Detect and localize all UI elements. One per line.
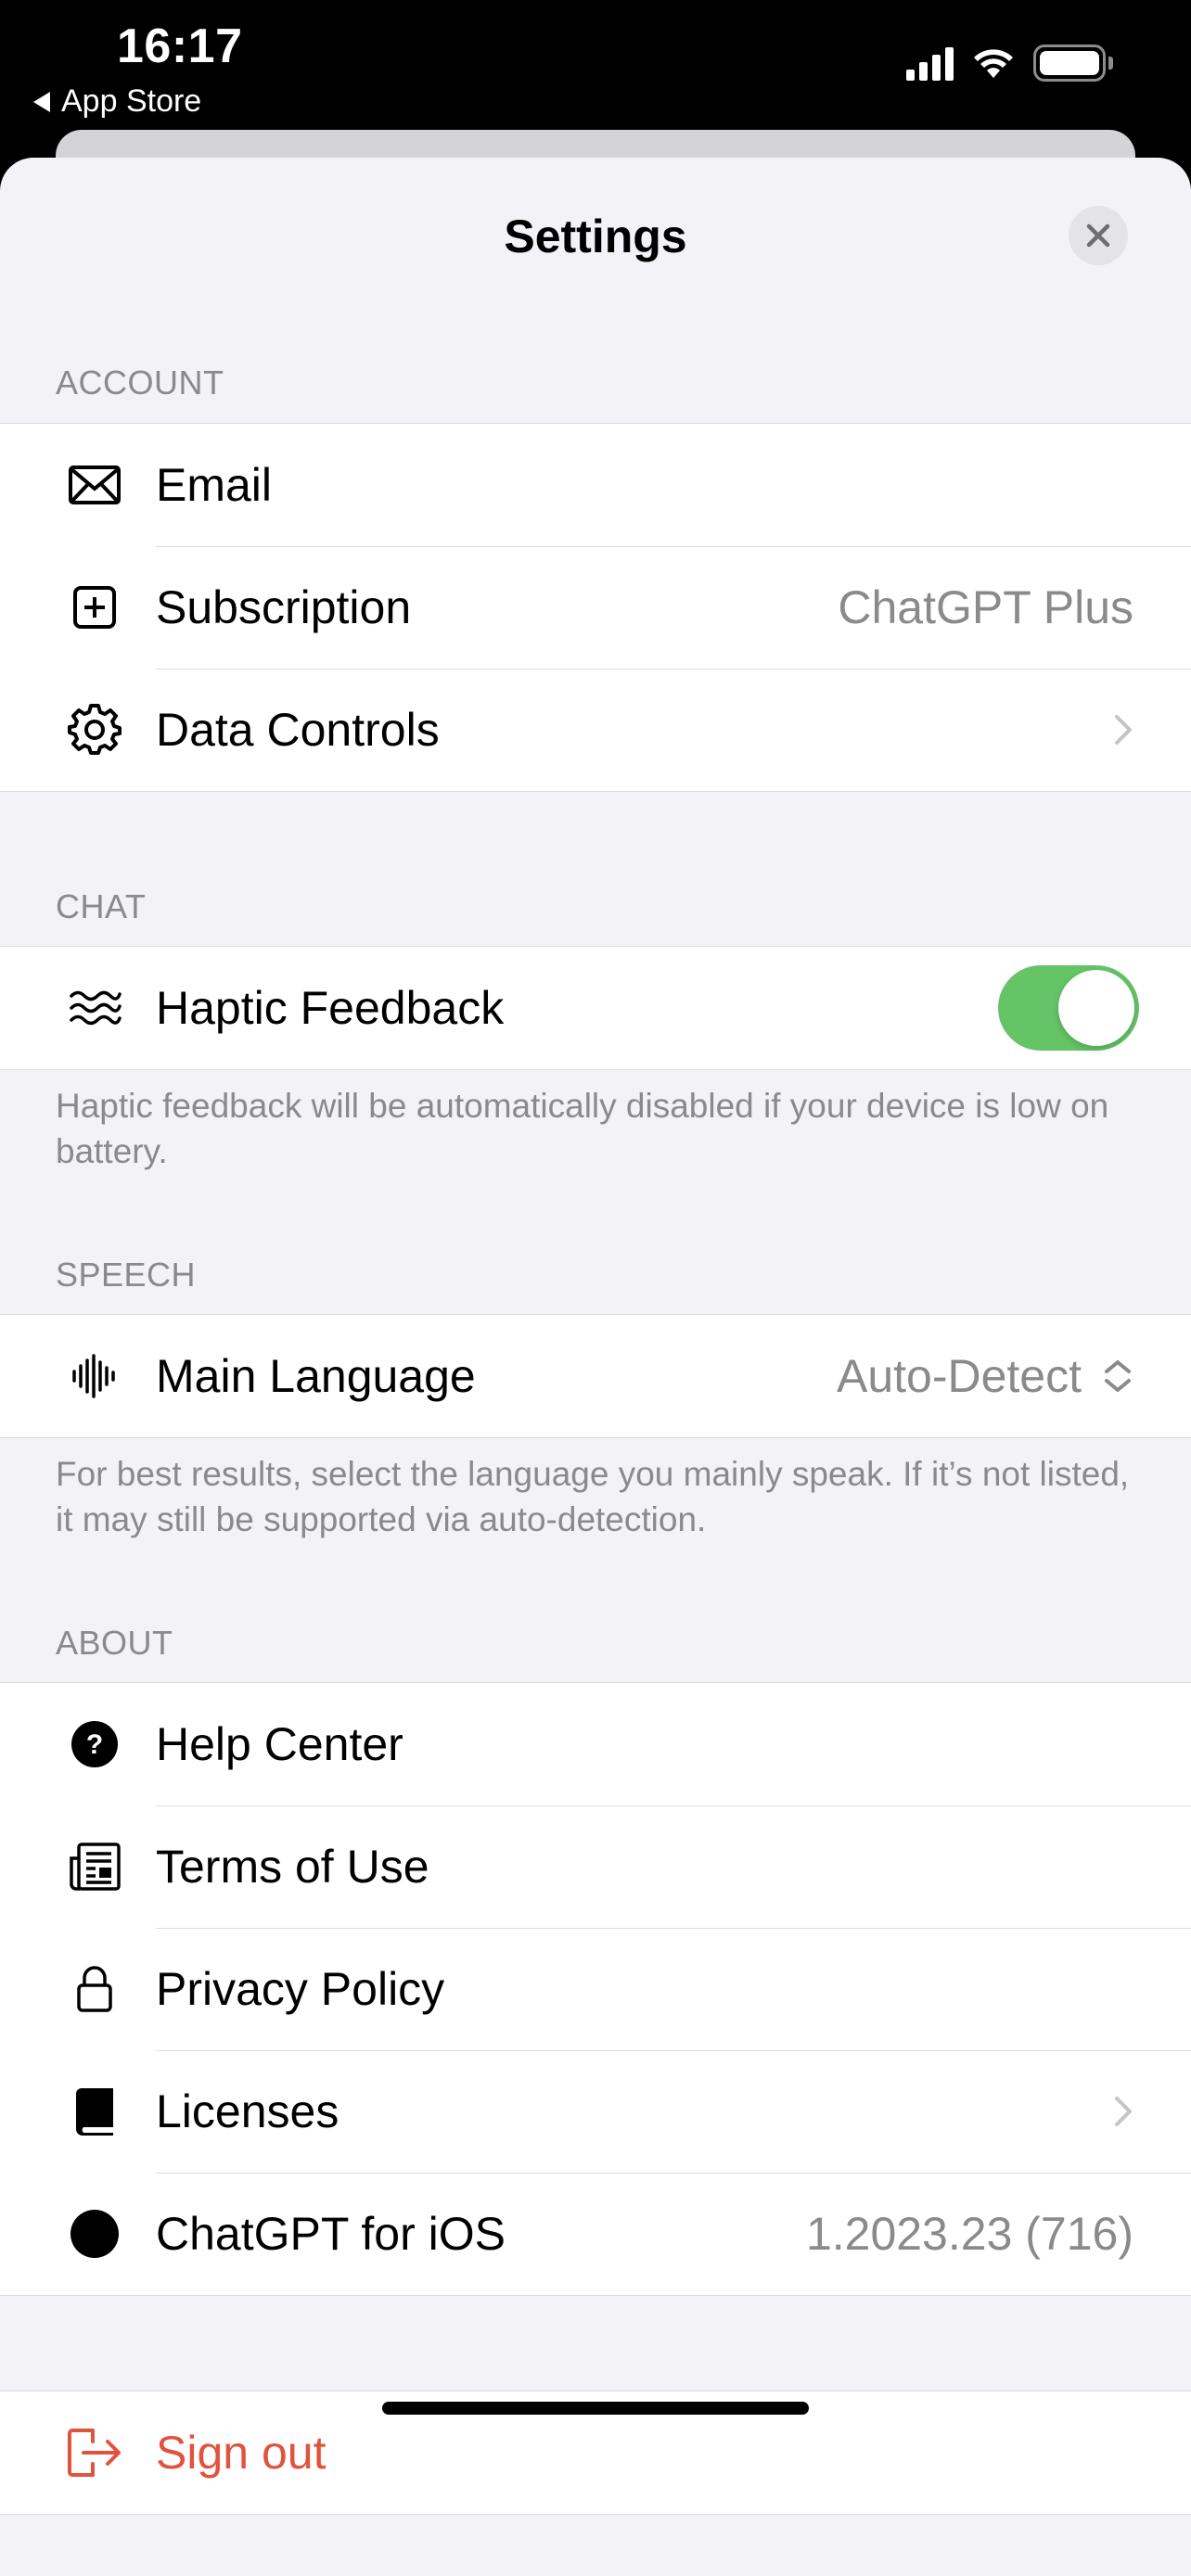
status-time: 16:17 (117, 19, 243, 73)
terms-of-use-label: Terms of Use (156, 1841, 429, 1893)
section-header-chat: CHAT (56, 887, 147, 925)
app-version-value: 1.2023.23 (716) (805, 2208, 1133, 2260)
licenses-row[interactable]: Licenses (0, 2050, 1191, 2173)
chat-group: Haptic Feedback (0, 946, 1191, 1070)
book-icon (65, 2082, 124, 2141)
haptic-footer-note: Haptic feedback will be automatically di… (56, 1087, 1109, 1170)
chevron-up-down-icon (1105, 1360, 1131, 1392)
openai-logo-icon (65, 2204, 124, 2264)
toggle-knob (1058, 970, 1134, 1046)
section-header-account: ACCOUNT (56, 363, 224, 402)
section-header-about: ABOUT (56, 1624, 173, 1662)
speech-group: Main Language Auto-Detect (0, 1314, 1191, 1438)
cellular-signal-icon (906, 45, 954, 81)
haptic-feedback-row: Haptic Feedback (0, 947, 1191, 1069)
help-center-label: Help Center (156, 1718, 403, 1770)
sign-out-icon (65, 2423, 124, 2482)
email-label: Email (156, 459, 273, 511)
sign-out-label: Sign out (156, 2427, 327, 2479)
licenses-label: Licenses (156, 2085, 339, 2137)
lock-icon (65, 1959, 124, 2019)
haptic-feedback-toggle[interactable] (998, 965, 1139, 1051)
back-arrow-icon (33, 91, 50, 112)
app-name-label: ChatGPT for iOS (156, 2208, 506, 2260)
envelope-icon (65, 455, 124, 515)
document-icon (65, 1837, 124, 1896)
wifi-icon (974, 49, 1013, 78)
question-circle-icon: ? (65, 1715, 124, 1774)
back-app-label: App Store (61, 83, 202, 119)
waves-icon (65, 978, 124, 1038)
main-language-row[interactable]: Main Language Auto-Detect (0, 1315, 1191, 1437)
close-icon (1086, 223, 1110, 248)
waveform-icon (65, 1346, 124, 1406)
privacy-policy-label: Privacy Policy (156, 1963, 445, 2015)
battery-icon (1033, 45, 1113, 82)
subscription-row[interactable]: Subscription ChatGPT Plus (0, 546, 1191, 669)
subscription-label: Subscription (156, 581, 412, 633)
status-bar: 16:17 App Store (0, 0, 1191, 148)
terms-of-use-row[interactable]: Terms of Use (0, 1805, 1191, 1928)
chevron-right-icon (1115, 715, 1132, 745)
plus-square-icon (65, 578, 124, 637)
about-group: ? Help Center Terms of Use Privacy Polic… (0, 1682, 1191, 2296)
help-center-row[interactable]: ? Help Center (0, 1683, 1191, 1805)
gear-icon (65, 700, 124, 759)
data-controls-label: Data Controls (156, 704, 440, 756)
section-header-speech: SPEECH (56, 1256, 197, 1294)
status-icons (906, 45, 1113, 82)
close-button[interactable] (1069, 206, 1128, 265)
data-controls-row[interactable]: Data Controls (0, 669, 1191, 791)
back-to-app-store[interactable]: App Store (33, 83, 201, 120)
app-version-row: ChatGPT for iOS 1.2023.23 (716) (0, 2173, 1191, 2295)
settings-sheet: Settings ACCOUNT Email Subscription Chat… (0, 158, 1191, 2576)
svg-text:?: ? (86, 1729, 103, 1760)
speech-footer-note: For best results, select the language yo… (56, 1455, 1130, 1538)
main-language-label: Main Language (156, 1350, 476, 1402)
home-indicator (382, 2402, 809, 2415)
privacy-policy-row[interactable]: Privacy Policy (0, 1928, 1191, 2050)
haptic-feedback-label: Haptic Feedback (156, 982, 505, 1034)
subscription-value: ChatGPT Plus (838, 581, 1133, 633)
chevron-right-icon (1115, 2097, 1132, 2126)
page-title: Settings (504, 210, 687, 262)
main-language-value: Auto-Detect (836, 1350, 1082, 1402)
account-group: Email Subscription ChatGPT Plus Data Con… (0, 423, 1191, 792)
email-row[interactable]: Email (0, 424, 1191, 546)
